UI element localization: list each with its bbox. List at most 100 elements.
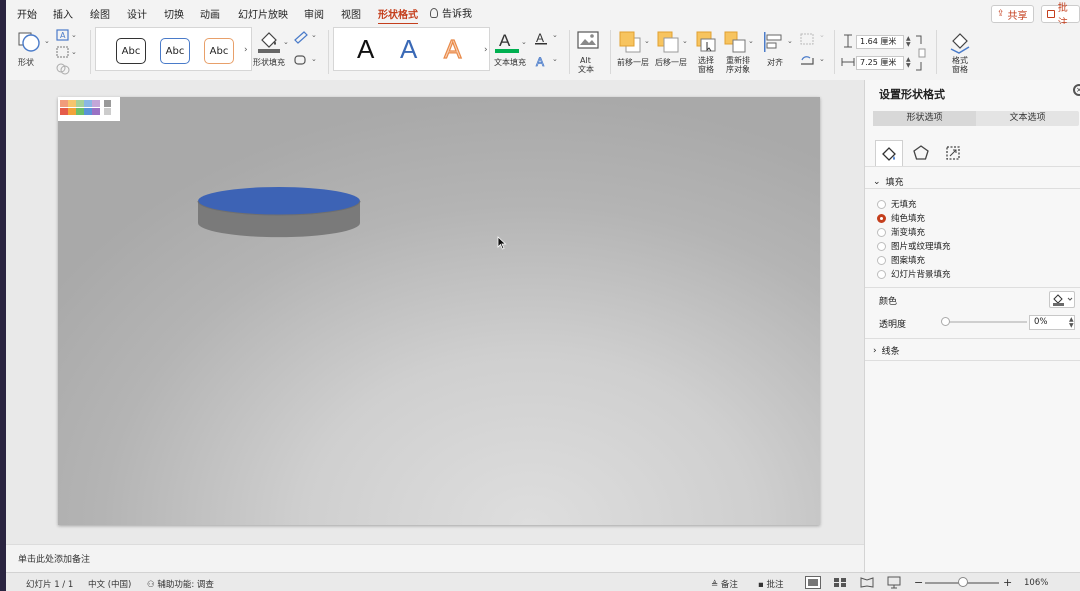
zoom-level[interactable]: 106% (1024, 578, 1048, 588)
radio-gradient-fill[interactable]: 渐变填充 (877, 226, 925, 238)
wordart-style-black[interactable]: A (357, 34, 374, 65)
wordart-style-orange[interactable]: A (443, 33, 462, 65)
shapes-icon[interactable] (17, 30, 43, 54)
accessibility-status[interactable]: ⚇ 辅助功能: 调查 (147, 578, 214, 590)
language-indicator[interactable]: 中文 (中国) (88, 578, 131, 590)
tab-animations[interactable]: 动画 (200, 6, 220, 21)
shape-style-2[interactable]: Abc (160, 38, 190, 64)
size-properties-tab[interactable] (939, 140, 967, 166)
height-stepper[interactable]: ▲ ▼ (906, 36, 911, 48)
tab-slideshow[interactable]: 幻灯片放映 (238, 6, 288, 21)
cylinder-shape[interactable] (196, 185, 364, 241)
wordart-expand-icon[interactable]: › (484, 45, 488, 55)
format-pane-icon[interactable] (947, 29, 973, 55)
radio-slide-background-fill[interactable]: 幻灯片背景填充 (877, 268, 951, 280)
shape-style-3[interactable]: Abc (204, 38, 234, 64)
tab-draw[interactable]: 绘图 (90, 6, 110, 21)
reading-view-icon[interactable] (860, 577, 874, 588)
comments-toggle[interactable]: ▪ 批注 (758, 578, 783, 590)
radio-picture-fill[interactable]: 图片或纹理填充 (877, 240, 951, 252)
effects-tab[interactable] (907, 140, 935, 166)
bring-forward-chevron-down-icon[interactable]: ⌄ (644, 37, 650, 45)
text-outline-effects-icons[interactable]: A A (534, 30, 550, 70)
tab-insert[interactable]: 插入 (53, 6, 73, 21)
shape-style-1[interactable]: Abc (116, 38, 146, 64)
share-icon: ⇪ (997, 9, 1005, 19)
zoom-out-button[interactable]: − (914, 576, 923, 589)
pane-divider (865, 166, 1080, 167)
wordart-style-blue[interactable]: A (400, 34, 417, 65)
rotate-chevron-down-icon[interactable]: ⌄ (819, 55, 825, 63)
tab-view[interactable]: 视图 (341, 6, 361, 21)
send-backward-icon[interactable] (656, 30, 680, 54)
radio-button[interactable] (877, 255, 886, 265)
transparency-slider-thumb[interactable] (941, 317, 950, 326)
fill-section-header[interactable]: ⌄ 填充 (873, 175, 904, 189)
tab-transitions[interactable]: 切换 (164, 6, 184, 21)
radio-button[interactable] (877, 241, 886, 251)
lock-aspect-icon[interactable] (914, 34, 928, 72)
tab-home[interactable]: 开始 (17, 6, 37, 21)
ribbon-separator (610, 30, 611, 74)
transparency-slider-track[interactable] (945, 321, 1027, 323)
align-chevron-down-icon[interactable]: ⌄ (787, 37, 793, 45)
radio-button[interactable] (877, 227, 886, 237)
shapes-chevron-down-icon[interactable]: ⌄ (44, 37, 50, 45)
selection-pane-icon[interactable] (695, 30, 717, 54)
fill-line-tab[interactable] (875, 140, 903, 166)
slide-canvas[interactable] (58, 97, 820, 525)
text-fill-chevron-down-icon[interactable]: ⌄ (521, 38, 527, 46)
color-picker-button[interactable] (1049, 291, 1075, 308)
close-icon[interactable]: × (1073, 84, 1080, 96)
shape-effects-chevron-down-icon[interactable]: ⌄ (311, 55, 317, 63)
tab-shape-format[interactable]: 形状格式 (378, 6, 418, 25)
radio-pattern-fill[interactable]: 图案填充 (877, 254, 925, 266)
radio-no-fill[interactable]: 无填充 (877, 198, 917, 210)
tab-shape-options[interactable]: 形状选项 (873, 111, 976, 126)
text-fill-icon[interactable]: A (494, 29, 520, 55)
paint-bucket-icon[interactable] (256, 28, 282, 54)
shape-height-input[interactable]: 1.64 厘米 (856, 35, 904, 49)
text-outline-chevron-down-icon[interactable]: ⌄ (552, 31, 558, 39)
notes-toggle[interactable]: ≜ 备注 (711, 578, 738, 590)
line-section-header[interactable]: › 线条 (873, 344, 900, 358)
send-backward-chevron-down-icon[interactable]: ⌄ (682, 37, 688, 45)
radio-button-selected[interactable] (877, 213, 886, 223)
zoom-slider-thumb[interactable] (957, 577, 968, 587)
shape-fill-chevron-down-icon[interactable]: ⌄ (283, 38, 289, 46)
reorder-objects-icon[interactable] (723, 30, 747, 54)
comments-button[interactable]: 批注 (1041, 3, 1080, 29)
outline-effects-icons[interactable] (293, 30, 309, 70)
zoom-in-button[interactable]: + (1003, 576, 1012, 589)
selection-pane-label-1: 选择 (698, 56, 714, 65)
text-effects-chevron-down-icon[interactable]: ⌄ (552, 55, 558, 63)
share-button[interactable]: ⇪ 共享 (991, 5, 1034, 23)
shape-outline-chevron-down-icon[interactable]: ⌄ (311, 31, 317, 39)
shape-width-input[interactable]: 7.25 厘米 (856, 56, 904, 70)
radio-button[interactable] (877, 269, 886, 279)
tab-text-options[interactable]: 文本选项 (976, 111, 1079, 126)
share-label: 共享 (1007, 10, 1028, 22)
bring-forward-icon[interactable] (618, 30, 642, 54)
wordart-gallery[interactable]: A A A (333, 27, 490, 71)
gallery-expand-icon[interactable]: › (244, 45, 248, 55)
reorder-chevron-down-icon[interactable]: ⌄ (748, 37, 754, 45)
width-stepper[interactable]: ▲ ▼ (906, 57, 911, 69)
normal-view-icon[interactable] (805, 576, 821, 589)
slide-sorter-view-icon[interactable] (833, 577, 847, 588)
transparency-stepper[interactable]: ▲ ▼ (1069, 317, 1074, 329)
tab-review[interactable]: 审阅 (304, 6, 324, 21)
shape-styles-gallery[interactable]: Abc Abc Abc (95, 27, 252, 71)
slideshow-view-icon[interactable] (887, 576, 901, 589)
edit-shape-chevron-down-icon[interactable]: ⌄ (71, 48, 77, 56)
textbox-chevron-down-icon[interactable]: ⌄ (71, 31, 77, 39)
tab-design[interactable]: 设计 (127, 6, 147, 21)
notes-area[interactable]: 单击此处添加备注 (6, 544, 864, 573)
radio-solid-fill[interactable]: 纯色填充 (877, 212, 925, 224)
group-rotate-icons[interactable] (798, 32, 818, 72)
tell-me[interactable]: 告诉我 (430, 5, 472, 20)
radio-button[interactable] (877, 199, 886, 209)
group-chevron-down-icon[interactable]: ⌄ (819, 31, 825, 39)
align-icon[interactable] (761, 30, 785, 54)
alt-text-icon[interactable] (576, 30, 600, 52)
